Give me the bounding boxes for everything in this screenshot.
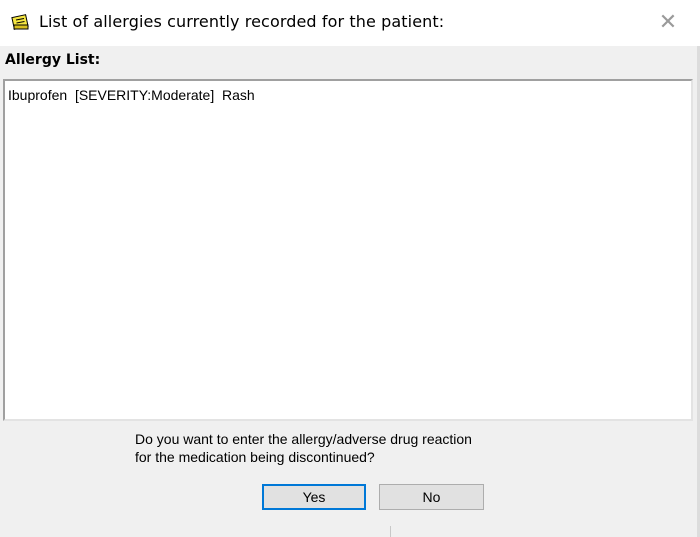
prompt-line-2: for the medication being discontinued? bbox=[135, 449, 375, 465]
bottom-separator bbox=[390, 526, 391, 537]
allergy-dialog: List of allergies currently recorded for… bbox=[0, 0, 700, 537]
close-icon: ✕ bbox=[658, 9, 678, 34]
prompt-text: Do you want to enter the allergy/adverse… bbox=[135, 430, 472, 466]
close-button[interactable]: ✕ bbox=[654, 10, 682, 34]
title-bar[interactable]: List of allergies currently recorded for… bbox=[0, 0, 700, 46]
yes-button[interactable]: Yes bbox=[262, 484, 366, 510]
note-icon bbox=[11, 13, 31, 31]
window-title: List of allergies currently recorded for… bbox=[39, 12, 445, 31]
window-bottom-edge bbox=[0, 524, 700, 537]
no-button[interactable]: No bbox=[379, 484, 484, 510]
prompt-line-1: Do you want to enter the allergy/adverse… bbox=[135, 431, 472, 447]
allergy-listbox[interactable]: Ibuprofen [SEVERITY:Moderate] Rash bbox=[3, 79, 693, 421]
list-item[interactable]: Ibuprofen [SEVERITY:Moderate] Rash bbox=[8, 87, 255, 103]
allergy-list-label: Allergy List: bbox=[5, 52, 101, 68]
